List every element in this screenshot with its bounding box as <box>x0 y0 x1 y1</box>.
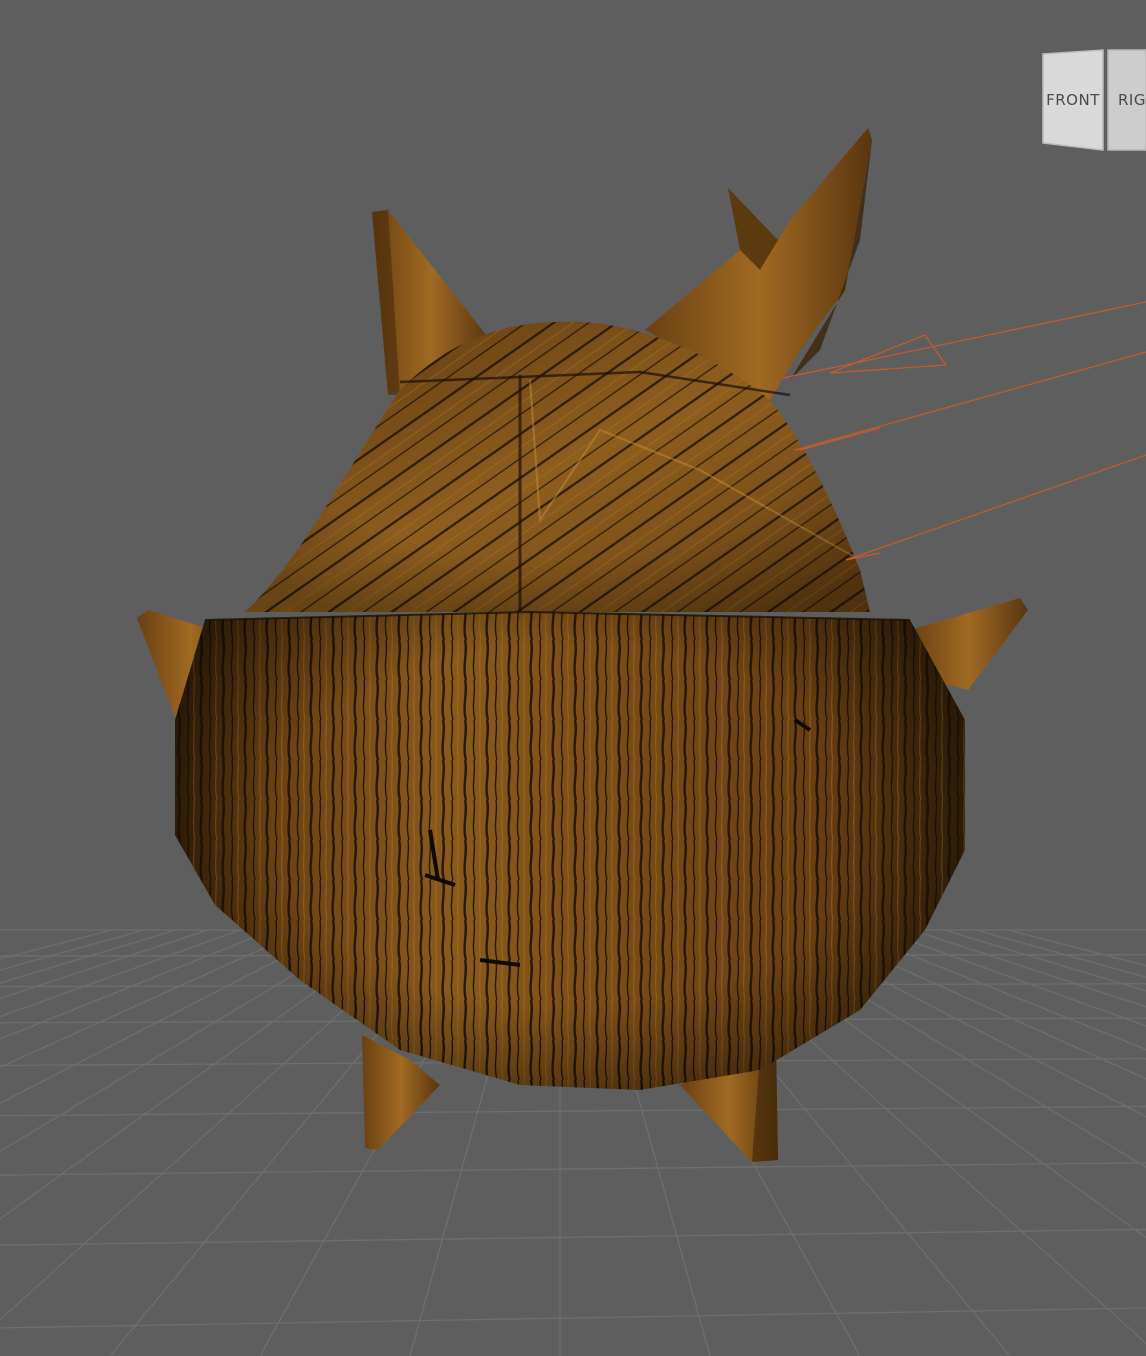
grid-line <box>0 1228 1146 1246</box>
grid-line <box>0 929 369 1153</box>
grid-line <box>943 929 1146 992</box>
grid-line <box>0 929 241 1018</box>
grid-line <box>0 929 113 960</box>
grid-line <box>975 929 1146 978</box>
grid-line <box>0 1105 1146 1117</box>
grid-line <box>0 929 305 1068</box>
grid-line <box>911 929 1146 1008</box>
grid-line <box>0 929 273 1040</box>
grid-line <box>1007 929 1146 967</box>
grid-line <box>0 929 145 971</box>
grid-line <box>0 929 337 1105</box>
grid-line <box>0 1307 1146 1329</box>
grid-line <box>0 929 177 984</box>
3d-viewport[interactable]: FRONT RIG <box>0 0 1146 1356</box>
grid-line <box>847 929 1146 1051</box>
scene-canvas[interactable] <box>0 0 1146 1356</box>
model-body <box>175 610 965 1090</box>
